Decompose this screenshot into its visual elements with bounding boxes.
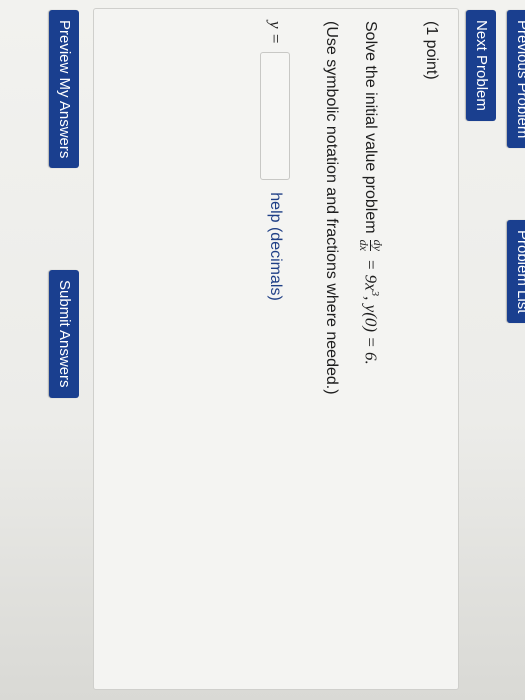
next-problem-button[interactable]: Next Problem [466, 10, 496, 121]
problem-instructions: (Use symbolic notation and fractions whe… [323, 21, 340, 395]
equation-rhs-a: = 9x [361, 258, 381, 291]
equation-rhs: = 9x3, y(0) = 6. [360, 259, 381, 365]
derivative-fraction: dy dx [357, 239, 385, 251]
answer-row: y = help (decimals) [260, 21, 290, 301]
previous-problem-button[interactable]: Previous Problem [507, 10, 525, 149]
prompt-text: Solve the initial value problem [362, 21, 380, 234]
fraction-denominator: dx [357, 239, 371, 251]
submit-answers-button[interactable]: Submit Answers [49, 270, 79, 398]
help-decimals-link[interactable]: help (decimals) [266, 192, 284, 300]
preview-answers-button[interactable]: Preview My Answers [49, 10, 79, 169]
equation-initial-condition: , y(0) = 6. [361, 296, 381, 365]
problem-points: (1 point) [423, 21, 440, 80]
webwork-page: Previous Problem Problem List Next Probl… [0, 0, 525, 700]
answer-label: y = [266, 21, 285, 45]
problem-box: (1 point) Solve the initial value proble… [93, 8, 459, 690]
fraction-numerator: dy [371, 239, 385, 251]
problem-statement: Solve the initial value problem dy dx = … [357, 21, 385, 365]
problem-list-button[interactable]: Problem List [507, 220, 525, 324]
answer-input[interactable] [260, 52, 290, 181]
